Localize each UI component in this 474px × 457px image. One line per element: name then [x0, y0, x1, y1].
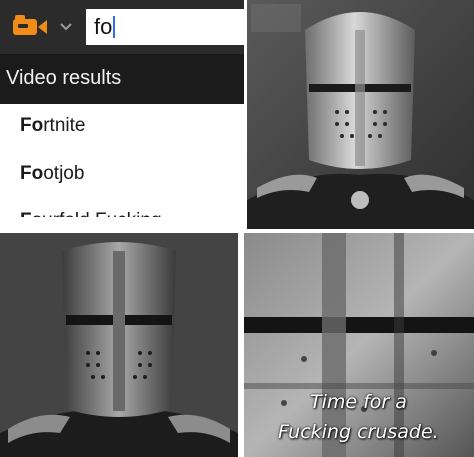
chevron-down-icon[interactable]	[58, 18, 74, 34]
search-suggestion[interactable]: Footjob	[0, 152, 244, 201]
meme-caption-line-1: Time for a	[310, 391, 407, 413]
meme-caption-line-2: Fucking crusade.	[278, 421, 439, 443]
search-input[interactable]: fo	[86, 9, 244, 45]
text-caret	[113, 16, 116, 38]
suggestion-match: Fo	[20, 115, 44, 136]
suggestion-match: Fo	[20, 163, 44, 184]
helmet-extreme-closeup-photo: Time for a Fucking crusade.	[244, 233, 474, 457]
results-header-label: Video results	[6, 67, 122, 89]
suggestion-rest: rtnite	[43, 115, 86, 136]
knight-portrait-photo	[247, 0, 474, 229]
knight-closeup-photo	[0, 233, 238, 457]
knight-portrait-illustration	[247, 0, 474, 229]
crop-edge	[0, 217, 244, 226]
search-suggestion[interactable]: Fortnite	[0, 104, 244, 153]
knight-closeup-illustration	[0, 233, 238, 457]
video-camera-icon[interactable]	[12, 14, 48, 38]
search-bar: fo	[0, 0, 244, 54]
search-query-text: fo	[94, 14, 113, 39]
suggestion-rest: otjob	[43, 163, 85, 184]
search-panel: fo Video results Fortnite Footjob Fourfo…	[0, 0, 244, 226]
results-section-header: Video results	[0, 54, 244, 104]
